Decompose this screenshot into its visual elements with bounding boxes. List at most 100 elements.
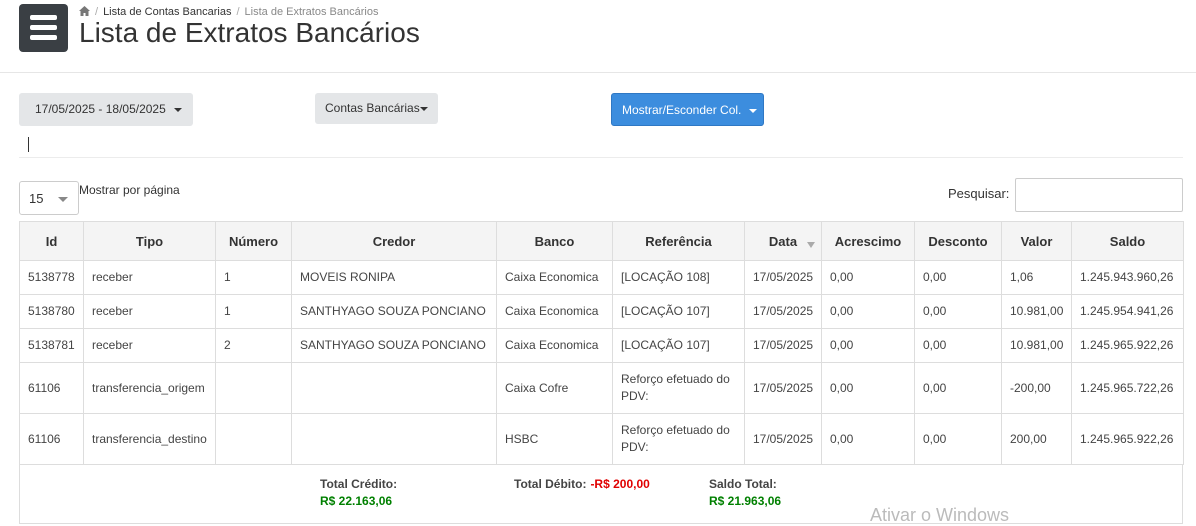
contas-label: Contas Bancárias [325, 101, 420, 115]
cell-banco: Caixa Economica [496, 260, 613, 295]
total-credito-value: R$ 22.163,06 [320, 494, 393, 508]
cell-tipo: transferencia_origem [83, 362, 216, 414]
sort-desc-icon[interactable] [807, 242, 815, 248]
date-range-label: 17/05/2025 - 18/05/2025 [35, 102, 166, 116]
saldo-total-label: Saldo Total: [709, 477, 777, 491]
total-debito-value: -R$ 200,00 [590, 477, 650, 491]
statements-table: Id Tipo Número Credor Banco Referência D… [19, 221, 1184, 465]
col-header-banco[interactable]: Banco [496, 221, 613, 261]
table-row[interactable]: 5138781 receber 2 SANTHYAGO SOUZA PONCIA… [19, 328, 1184, 363]
cell-credor: MOVEIS RONIPA [291, 260, 497, 295]
table-row[interactable]: 61106 transferencia_destino HSBC Reforço… [19, 413, 1184, 465]
col-header-id[interactable]: Id [19, 221, 84, 261]
chevron-down-icon [748, 108, 757, 113]
cell-valor: -200,00 [1001, 362, 1072, 414]
cell-valor: 1,06 [1001, 260, 1072, 295]
table-row[interactable]: 61106 transferencia_origem Caixa Cofre R… [19, 362, 1184, 414]
cell-saldo: 1.245.965.922,26 [1071, 328, 1184, 363]
cell-credor [291, 413, 497, 465]
cell-tipo: receber [83, 260, 216, 295]
col-header-referencia[interactable]: Referência [612, 221, 745, 261]
cell-acrescimo: 0,00 [821, 362, 915, 414]
col-header-saldo[interactable]: Saldo [1071, 221, 1184, 261]
cell-numero: 2 [215, 328, 292, 363]
cell-acrescimo: 0,00 [821, 294, 915, 329]
cell-tipo: receber [83, 294, 216, 329]
cell-tipo: receber [83, 328, 216, 363]
cell-data: 17/05/2025 [744, 362, 822, 414]
col-header-credor[interactable]: Credor [291, 221, 497, 261]
col-header-desconto[interactable]: Desconto [914, 221, 1002, 261]
cell-numero [215, 362, 292, 414]
per-page-select[interactable]: 15 [19, 181, 79, 215]
total-credito-label: Total Crédito: [320, 477, 398, 491]
cell-desconto: 0,00 [914, 294, 1002, 329]
cell-desconto: 0,00 [914, 413, 1002, 465]
cell-id: 5138781 [19, 328, 84, 363]
chevron-down-icon [419, 106, 428, 111]
cell-data: 17/05/2025 [744, 294, 822, 329]
divider [19, 157, 1183, 158]
cell-data: 17/05/2025 [744, 260, 822, 295]
cell-saldo: 1.245.943.960,26 [1071, 260, 1184, 295]
cell-banco: Caixa Economica [496, 294, 613, 329]
saldo-total: Saldo Total: R$ 21.963,06 [709, 477, 781, 508]
cell-data: 17/05/2025 [744, 328, 822, 363]
cell-data: 17/05/2025 [744, 413, 822, 465]
col-header-valor[interactable]: Valor [1001, 221, 1072, 261]
text-cursor [28, 137, 29, 152]
cell-referencia: Reforço efetuado do PDV: [612, 413, 745, 465]
cell-saldo: 1.245.965.922,26 [1071, 413, 1184, 465]
page-title: Lista de Extratos Bancários [79, 17, 420, 48]
col-header-acrescimo[interactable]: Acrescimo [821, 221, 915, 261]
saldo-total-value: R$ 21.963,06 [709, 494, 782, 508]
cell-desconto: 0,00 [914, 362, 1002, 414]
cell-acrescimo: 0,00 [821, 328, 915, 363]
cell-desconto: 0,00 [914, 260, 1002, 295]
page-header: / Lista de Contas Bancarias / Lista de Extr… [0, 0, 1196, 73]
cell-acrescimo: 0,00 [821, 260, 915, 295]
cell-valor: 10.981,00 [1001, 294, 1072, 329]
cell-numero [215, 413, 292, 465]
cell-id: 61106 [19, 362, 84, 414]
col-header-data[interactable]: Data [744, 221, 822, 261]
table-header-row: Id Tipo Número Credor Banco Referência D… [19, 221, 1184, 261]
cell-id: 5138780 [19, 294, 84, 329]
columns-label: Mostrar/Esconder Col. [622, 103, 742, 117]
cell-tipo: transferencia_destino [83, 413, 216, 465]
date-range-button[interactable]: 17/05/2025 - 18/05/2025 [19, 93, 193, 126]
per-page-value: 15 [29, 191, 44, 206]
cell-saldo: 1.245.954.941,26 [1071, 294, 1184, 329]
cell-credor [291, 362, 497, 414]
cell-numero: 1 [215, 260, 292, 295]
contas-bancarias-dropdown[interactable]: Contas Bancárias [315, 93, 438, 124]
cell-valor: 200,00 [1001, 413, 1072, 465]
cell-valor: 10.981,00 [1001, 328, 1072, 363]
col-header-data-label: Data [768, 233, 798, 249]
cell-banco: Caixa Cofre [496, 362, 613, 414]
cell-referencia: [LOCAÇÃO 107] [612, 294, 745, 329]
search-input[interactable] [1015, 178, 1183, 212]
cell-id: 61106 [19, 413, 84, 465]
cell-numero: 1 [215, 294, 292, 329]
col-header-tipo[interactable]: Tipo [83, 221, 216, 261]
per-page-label: Mostrar por página [79, 183, 180, 197]
total-credito: Total Crédito: R$ 22.163,06 [320, 477, 397, 508]
show-hide-columns-button[interactable]: Mostrar/Esconder Col. [611, 93, 764, 126]
cell-credor: SANTHYAGO SOUZA PONCIANO [291, 328, 497, 363]
table-row[interactable]: 5138780 receber 1 SANTHYAGO SOUZA PONCIA… [19, 294, 1184, 329]
table-row[interactable]: 5138778 receber 1 MOVEIS RONIPA Caixa Ec… [19, 260, 1184, 295]
col-header-numero[interactable]: Número [215, 221, 292, 261]
cell-referencia: [LOCAÇÃO 108] [612, 260, 745, 295]
cell-banco: HSBC [496, 413, 613, 465]
menu-icon[interactable] [19, 4, 68, 52]
total-debito: Total Débito: -R$ 200,00 [514, 477, 650, 491]
cell-saldo: 1.245.965.722,26 [1071, 362, 1184, 414]
search-label: Pesquisar: [948, 186, 1010, 201]
windows-activation-watermark: Ativar o Windows [870, 505, 1010, 525]
cell-referencia: [LOCAÇÃO 107] [612, 328, 745, 363]
total-debito-label: Total Débito: [514, 477, 587, 491]
cell-acrescimo: 0,00 [821, 413, 915, 465]
cell-credor: SANTHYAGO SOUZA PONCIANO [291, 294, 497, 329]
cell-referencia: Reforço efetuado do PDV: [612, 362, 745, 414]
